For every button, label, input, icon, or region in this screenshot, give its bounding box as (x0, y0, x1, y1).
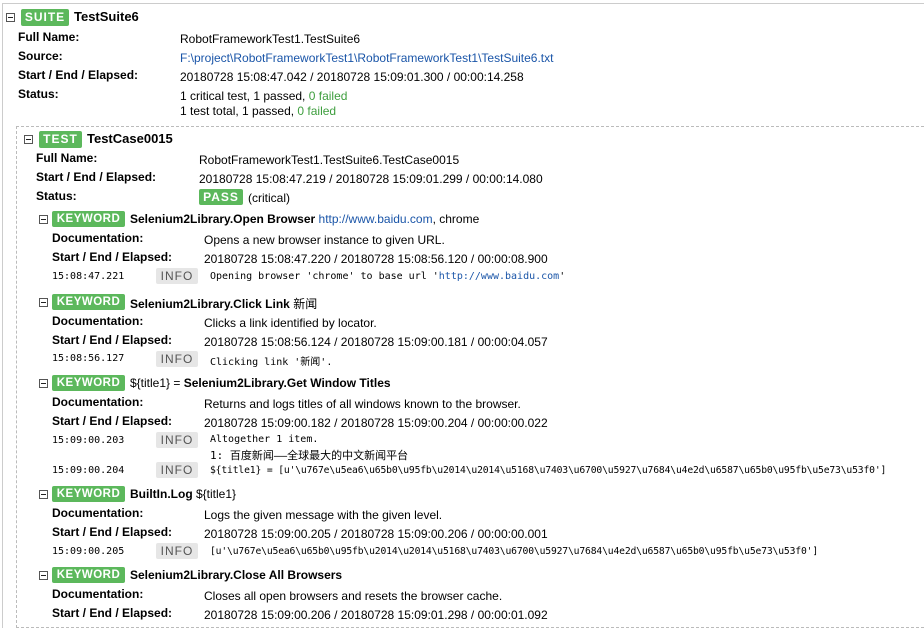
keyword-3-name: .Get Window Titles (283, 376, 391, 390)
keyword-5-library: Selenium2Library (130, 568, 230, 582)
keyword-1-badge: KEYWORD (52, 211, 125, 227)
keyword-1-times: 20180728 15:08:47.220 / 20180728 15:08:5… (204, 252, 548, 266)
keyword-5-header: Selenium2Library.Close All Browsers (130, 568, 342, 582)
keyword-2-msg-1-text: Clicking link '新闻'. (210, 357, 333, 368)
suite-status-line-2-failed: 0 failed (297, 104, 337, 118)
keyword-3-msg-2-time: 15:09:00.204 (52, 465, 125, 476)
keyword-1-msg-1-text: Opening browser 'chrome' to base url ' (210, 271, 439, 282)
keyword-3-header: ${title1} = Selenium2Library.Get Window … (130, 376, 391, 390)
keyword-2-args: 新闻 (289, 297, 318, 311)
suite-status-line-2-text: 1 test total, 1 passed, (180, 104, 298, 118)
keyword-2-msg-1-level: INFO (156, 351, 198, 367)
keyword-3-msg-1-line-2: 1: 百度新闻——全球最大的中文新闻平台 (210, 449, 409, 462)
test-collapse-toggle[interactable] (24, 135, 33, 144)
keyword-1-msg-1: Opening browser 'chrome' to base url 'ht… (210, 271, 565, 282)
keyword-3-msg-2-text: ${title1} = [u'\u767e\u5ea6\u65b0\u95fb\… (210, 465, 887, 476)
test-badge: TEST (39, 131, 82, 148)
keyword-1-header: Selenium2Library.Open Browser http://www… (130, 212, 479, 226)
keyword-3-library: Selenium2Library (183, 376, 284, 390)
suite-name: TestSuite6 (74, 9, 139, 24)
keyword-3-msg-1-level: INFO (156, 432, 198, 448)
keyword-5-doc-label: Documentation: (52, 587, 144, 601)
keyword-3-badge: KEYWORD (52, 375, 125, 391)
keyword-2-times: 20180728 15:08:56.124 / 20180728 15:09:0… (204, 335, 548, 349)
keyword-3-times: 20180728 15:09:00.182 / 20180728 15:09:0… (204, 416, 548, 430)
keyword-5-badge: KEYWORD (52, 567, 125, 583)
test-status-label: Status: (36, 189, 77, 203)
keyword-1-doc: Opens a new browser instance to given UR… (204, 233, 445, 247)
keyword-5-times-label: Start / End / Elapsed: (52, 606, 173, 620)
suite-status-label: Status: (18, 87, 59, 101)
test-name: TestCase0015 (87, 131, 173, 146)
keyword-1-msg-1-time: 15:08:47.221 (52, 271, 125, 282)
keyword-3-collapse-toggle[interactable] (39, 379, 48, 388)
keyword-4-times: 20180728 15:09:00.205 / 20180728 15:09:0… (204, 527, 548, 541)
keyword-4-msg-1-level: INFO (156, 543, 198, 559)
keyword-1-msg-1-level: INFO (156, 268, 198, 284)
keyword-4-badge: KEYWORD (52, 486, 125, 502)
keyword-4-header: BuiltIn.Log ${title1} (130, 487, 236, 501)
keyword-2-name: .Click Link (229, 297, 290, 311)
keyword-2-doc: Clicks a link identified by locator. (204, 316, 377, 330)
test-pass-badge: PASS (199, 189, 243, 205)
suite-times-label: Start / End / Elapsed: (18, 68, 139, 82)
keyword-3-msg-1-text: Altogether 1 item. (210, 434, 319, 445)
keyword-2-msg-1-time: 15:08:56.127 (52, 353, 125, 364)
keyword-5-collapse-toggle[interactable] (39, 571, 48, 580)
keyword-3-assign: ${title1} = (130, 376, 184, 390)
keyword-3-times-label: Start / End / Elapsed: (52, 414, 173, 428)
suite-source-link[interactable]: F:\project\RobotFrameworkTest1\RobotFram… (180, 51, 553, 65)
keyword-2-doc-label: Documentation: (52, 314, 144, 328)
test-status-note: (critical) (248, 191, 290, 205)
suite-status-line-1-text: 1 critical test, 1 passed, (180, 89, 309, 103)
suite-status-line-2: 1 test total, 1 passed, 0 failed (180, 104, 336, 118)
keyword-4-name: .Log (167, 487, 193, 501)
keyword-4-msg-1-time: 15:09:00.205 (52, 546, 125, 557)
keyword-5-times: 20180728 15:09:00.206 / 20180728 15:09:0… (204, 608, 548, 622)
keyword-4-collapse-toggle[interactable] (39, 490, 48, 499)
keyword-2-badge: KEYWORD (52, 294, 125, 310)
keyword-4-args: ${title1} (192, 487, 237, 501)
keyword-4-times-label: Start / End / Elapsed: (52, 525, 173, 539)
suite-source-label: Source: (18, 49, 63, 63)
keyword-2-header: Selenium2Library.Click Link 新闻 (130, 295, 317, 312)
suite-collapse-toggle[interactable] (6, 13, 15, 22)
keyword-1-name: .Open Browser (229, 212, 316, 226)
keyword-4-library: BuiltIn (130, 487, 168, 501)
keyword-3-msg-2-level: INFO (156, 462, 198, 478)
test-full-name-label: Full Name: (36, 151, 98, 165)
keyword-2-times-label: Start / End / Elapsed: (52, 333, 173, 347)
keyword-1-args: , chrome (432, 212, 480, 226)
keyword-1-msg-1-suffix: ' (559, 271, 566, 282)
keyword-5-doc: Closes all open browsers and resets the … (204, 589, 503, 603)
keyword-1-times-label: Start / End / Elapsed: (52, 250, 173, 264)
keyword-1-msg-1-link[interactable]: http://www.baidu.com (439, 271, 559, 282)
test-full-name: RobotFrameworkTest1.TestSuite6.TestCase0… (199, 153, 460, 167)
keyword-3-doc: Returns and logs titles of all windows k… (204, 397, 521, 411)
keyword-1-collapse-toggle[interactable] (39, 215, 48, 224)
suite-status-line-1-failed: 0 failed (308, 89, 348, 103)
test-times-label: Start / End / Elapsed: (36, 170, 157, 184)
keyword-3-doc-label: Documentation: (52, 395, 144, 409)
keyword-2-library: Selenium2Library (130, 297, 230, 311)
keyword-5-name: .Close All Browsers (229, 568, 343, 582)
keyword-3-msg-1-time: 15:09:00.203 (52, 435, 125, 446)
suite-full-name: RobotFrameworkTest1.TestSuite6 (180, 32, 361, 46)
keyword-1-library: Selenium2Library (130, 212, 230, 226)
test-times: 20180728 15:08:47.219 / 20180728 15:09:0… (199, 172, 543, 186)
keyword-4-doc: Logs the given message with the given le… (204, 508, 443, 522)
suite-badge: SUITE (21, 9, 69, 26)
keyword-2-collapse-toggle[interactable] (39, 298, 48, 307)
keyword-1-arg-link[interactable]: http://www.baidu.com (319, 212, 433, 226)
suite-times: 20180728 15:08:47.042 / 20180728 15:09:0… (180, 70, 524, 84)
keyword-4-doc-label: Documentation: (52, 506, 144, 520)
keyword-1-doc-label: Documentation: (52, 231, 144, 245)
keyword-4-msg-1-text: [u'\u767e\u5ea6\u65b0\u95fb\u2014\u2014\… (210, 546, 819, 557)
suite-status-line-1: 1 critical test, 1 passed, 0 failed (180, 89, 347, 103)
suite-full-name-label: Full Name: (18, 30, 80, 44)
